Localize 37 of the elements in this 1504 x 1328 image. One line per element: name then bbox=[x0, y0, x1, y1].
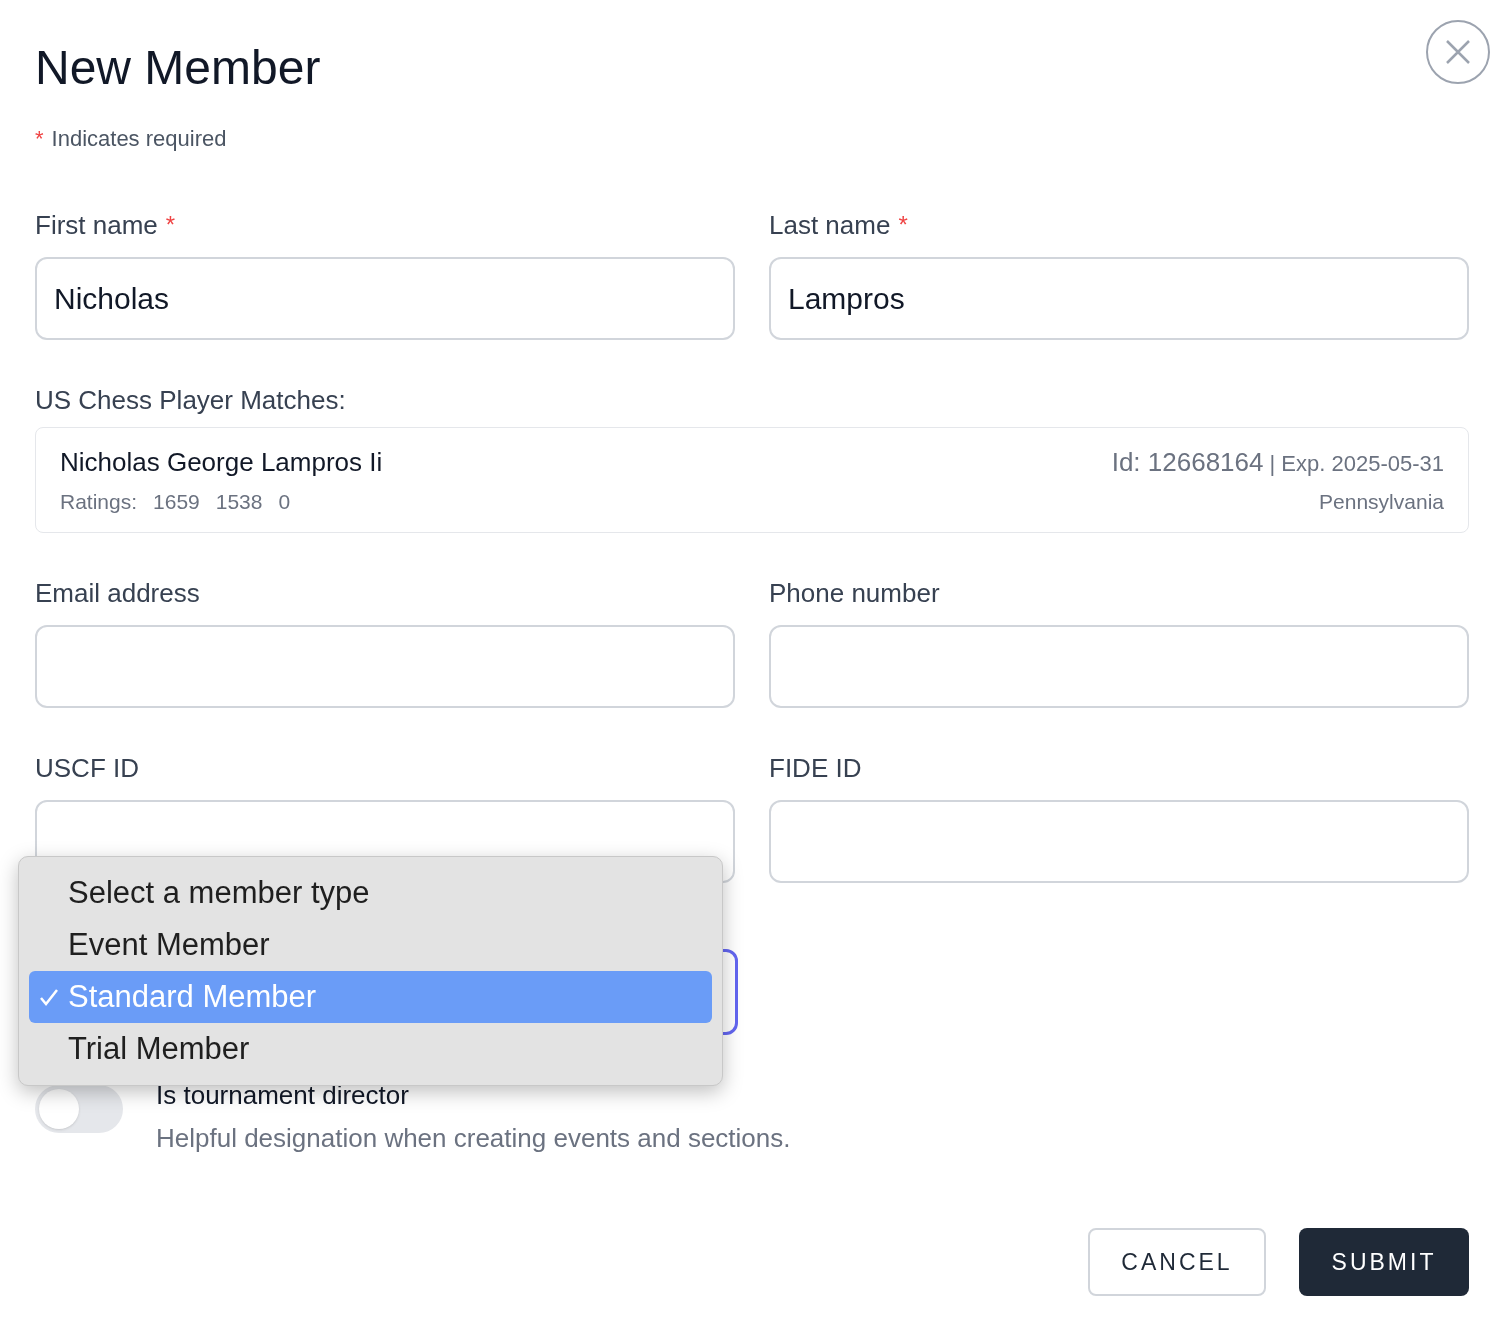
player-name: Nicholas George Lampros Ii bbox=[60, 445, 383, 479]
dialog-title: New Member bbox=[35, 40, 321, 96]
cancel-button[interactable]: CANCEL bbox=[1088, 1228, 1266, 1296]
required-mark: * bbox=[898, 210, 908, 240]
field-label: Phone number bbox=[769, 576, 940, 610]
expiration-date: | Exp. 2025-05-31 bbox=[1269, 449, 1444, 478]
required-note: Indicates required bbox=[51, 125, 227, 153]
rating-value: 0 bbox=[278, 488, 291, 515]
text-field[interactable] bbox=[769, 800, 1469, 883]
toggle-label: Is tournament director bbox=[156, 1079, 410, 1112]
player-match-card[interactable]: Nicholas George Lampros Ii Ratings: 1659 1538 0 Id: 12668164 | Exp. 2025-05-31 Pennsylvania bbox=[35, 427, 1469, 533]
matches-label: US Chess Player Matches: bbox=[35, 383, 346, 417]
submit-button[interactable]: SUBMIT bbox=[1299, 1228, 1469, 1296]
player-state: Pennsylvania bbox=[1319, 488, 1444, 515]
rating-value: 1659 bbox=[153, 488, 200, 515]
dropdown-option[interactable]: Select a member type bbox=[29, 867, 712, 919]
dropdown-option[interactable]: Event Member bbox=[29, 919, 712, 971]
required-mark: * bbox=[165, 210, 176, 240]
close-button[interactable] bbox=[1426, 20, 1490, 84]
dropdown-option[interactable]: Trial Member bbox=[29, 1023, 712, 1075]
rating-value: 1538 bbox=[215, 488, 263, 515]
toggle-description: Helpful designation when creating events and sections. bbox=[156, 1122, 791, 1155]
text-field[interactable]: Nicholas bbox=[35, 257, 735, 340]
text-field[interactable]: Lampros bbox=[769, 257, 1469, 340]
toggle-switch[interactable] bbox=[35, 1085, 123, 1133]
field-label: USCF ID bbox=[35, 751, 139, 785]
field-label: Last name bbox=[769, 208, 891, 242]
check-icon bbox=[38, 987, 59, 1007]
ratings-label: Ratings: bbox=[60, 488, 138, 515]
field-label: First name bbox=[35, 208, 158, 242]
close-icon bbox=[1445, 39, 1471, 65]
field-label: Email address bbox=[35, 576, 200, 610]
field-label: FIDE ID bbox=[769, 751, 862, 785]
text-field[interactable] bbox=[35, 625, 735, 708]
required-mark: * bbox=[35, 125, 44, 153]
text-field[interactable] bbox=[769, 625, 1469, 708]
player-id: Id: 12668164 bbox=[1111, 445, 1264, 479]
